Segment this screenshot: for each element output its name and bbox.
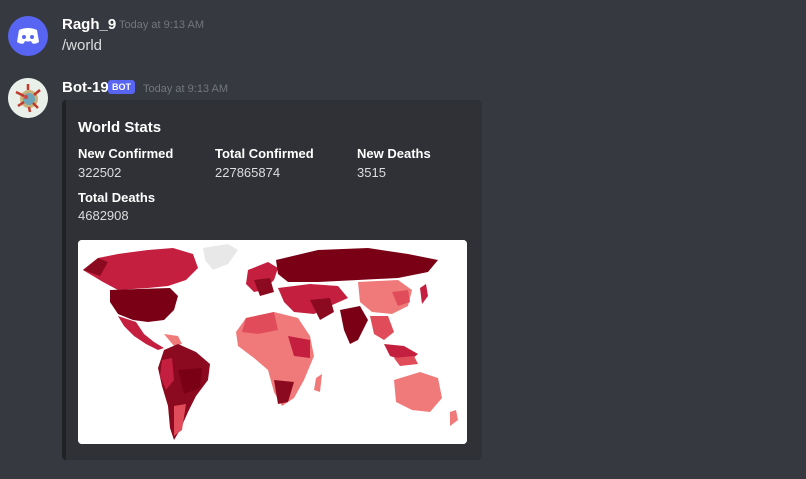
field-name-new-confirmed: New Confirmed [78,146,174,161]
field-name-total-deaths: Total Deaths [78,190,156,205]
discord-logo-icon [17,28,39,44]
field-name-new-deaths: New Deaths [357,146,431,161]
field-name-total-confirmed: Total Confirmed [215,146,314,161]
timestamp: Today at 9:13 AM [143,83,228,95]
timestamp: Today at 9:13 AM [119,19,204,31]
world-choropleth-map-icon [78,240,467,444]
field-value-new-deaths: 3515 [357,165,386,180]
message-content: /world [62,37,103,54]
stats-embed: World Stats New Confirmed 322502 Total C… [62,100,482,460]
bot-badge: BOT [108,80,135,94]
user-avatar[interactable] [8,16,48,56]
bot-avatar[interactable] [8,78,48,118]
world-map-image[interactable] [78,240,467,444]
username[interactable]: Bot-19 [62,79,109,96]
field-value-total-deaths: 4682908 [78,208,129,223]
embed-title: World Stats [78,119,162,136]
message-ragh: Ragh_9 Today at 9:13 AM /world [0,0,806,70]
username[interactable]: Ragh_9 [62,16,116,33]
field-value-new-confirmed: 322502 [78,165,122,180]
field-value-total-confirmed: 227865874 [215,165,281,180]
virus-avatar-icon [8,78,48,118]
